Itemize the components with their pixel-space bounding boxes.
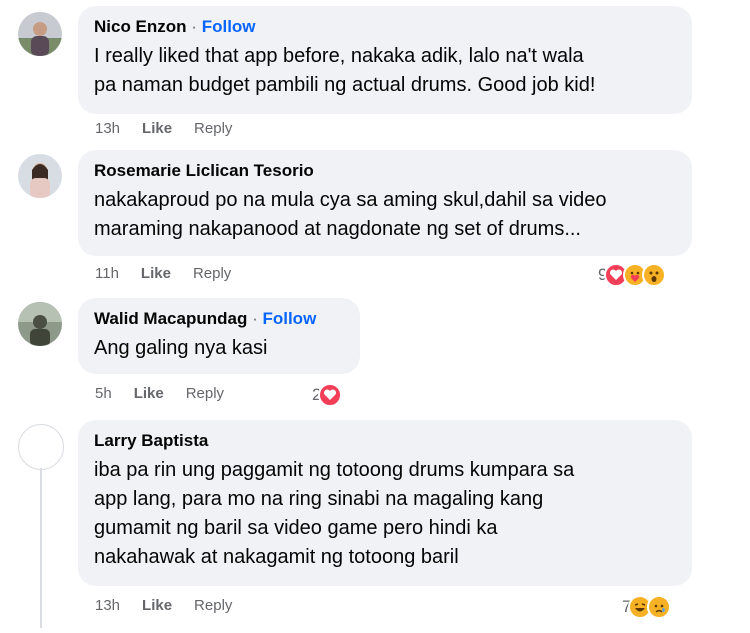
like-button[interactable]: Like: [142, 120, 172, 137]
thread-line: [40, 468, 42, 628]
avatar[interactable]: [18, 154, 62, 198]
comment-actions: 5h Like Reply: [95, 385, 224, 402]
comment-text-line: iba pa rin ung paggamit ng totoong drums…: [94, 459, 575, 481]
comment-timestamp[interactable]: 5h: [95, 385, 112, 402]
comment-timestamp[interactable]: 13h: [95, 597, 120, 614]
like-button[interactable]: Like: [134, 385, 164, 402]
separator-dot: ·: [191, 17, 197, 36]
comment-text-line: nakakaproud po na mula cya sa aming skul…: [94, 189, 607, 211]
author-name[interactable]: Walid Macapundag: [94, 309, 247, 328]
reply-button[interactable]: Reply: [186, 385, 224, 402]
comment-text: nakakaproud po na mula cya sa aming skul…: [94, 186, 676, 244]
like-button[interactable]: Like: [141, 265, 171, 282]
sad-icon: [647, 595, 672, 619]
comment-author-line: Nico Enzon · Follow: [94, 16, 676, 38]
comment-bubble: Nico Enzon · Follow I really liked that …: [78, 6, 692, 114]
reply-button[interactable]: Reply: [194, 597, 232, 614]
comment-text-line: gumamit ng baril sa video game pero hind…: [94, 517, 498, 539]
wow-icon: [642, 263, 667, 287]
follow-button[interactable]: Follow: [262, 309, 316, 328]
comment-bubble: Larry Baptista iba pa rin ung paggamit n…: [78, 420, 692, 586]
author-name[interactable]: Rosemarie Liclican Tesorio: [94, 161, 314, 180]
comment-author-line: Walid Macapundag · Follow: [94, 308, 344, 330]
comment-bubble: Rosemarie Liclican Tesorio nakakaproud p…: [78, 150, 692, 256]
like-button[interactable]: Like: [142, 597, 172, 614]
avatar[interactable]: [18, 424, 64, 470]
comment-author-line: Rosemarie Liclican Tesorio: [94, 160, 676, 182]
follow-button[interactable]: Follow: [202, 17, 256, 36]
comment-author-line: Larry Baptista: [94, 430, 676, 452]
comment-text-line: pa naman budget pambili ng actual drums.…: [94, 74, 596, 96]
comment-text: iba pa rin ung paggamit ng totoong drums…: [94, 456, 676, 572]
comment-bubble: Walid Macapundag · Follow Ang galing nya…: [78, 298, 360, 374]
comment-actions: 13h Like Reply: [95, 597, 232, 614]
comment-actions: 11h Like Reply: [95, 265, 231, 282]
comment-timestamp[interactable]: 11h: [95, 265, 119, 282]
avatar[interactable]: [18, 302, 62, 346]
comment-text-line: app lang, para mo na ring sinabi na maga…: [94, 488, 544, 510]
separator-dot: ·: [252, 309, 258, 328]
comment-text: Ang galing nya kasi: [94, 334, 344, 363]
comment-text-line: I really liked that app before, nakaka a…: [94, 45, 584, 67]
author-name[interactable]: Larry Baptista: [94, 431, 208, 450]
comment-text: I really liked that app before, nakaka a…: [94, 42, 676, 100]
reaction-summary[interactable]: 2: [312, 382, 343, 408]
reaction-summary[interactable]: 7: [622, 594, 672, 620]
comment-actions: 13h Like Reply: [95, 120, 232, 137]
avatar[interactable]: [18, 12, 62, 56]
love-icon: [318, 383, 343, 407]
reaction-summary[interactable]: 9: [598, 262, 667, 288]
reply-button[interactable]: Reply: [194, 120, 232, 137]
comment-text-line: nakahawak at nakagamit ng totoong baril: [94, 546, 459, 568]
comment-timestamp[interactable]: 13h: [95, 120, 120, 137]
comment-text-line: maraming nakapanood at nagdonate ng set …: [94, 218, 581, 240]
reply-button[interactable]: Reply: [193, 265, 231, 282]
comment-text-line: Ang galing nya kasi: [94, 337, 268, 359]
author-name[interactable]: Nico Enzon: [94, 17, 187, 36]
